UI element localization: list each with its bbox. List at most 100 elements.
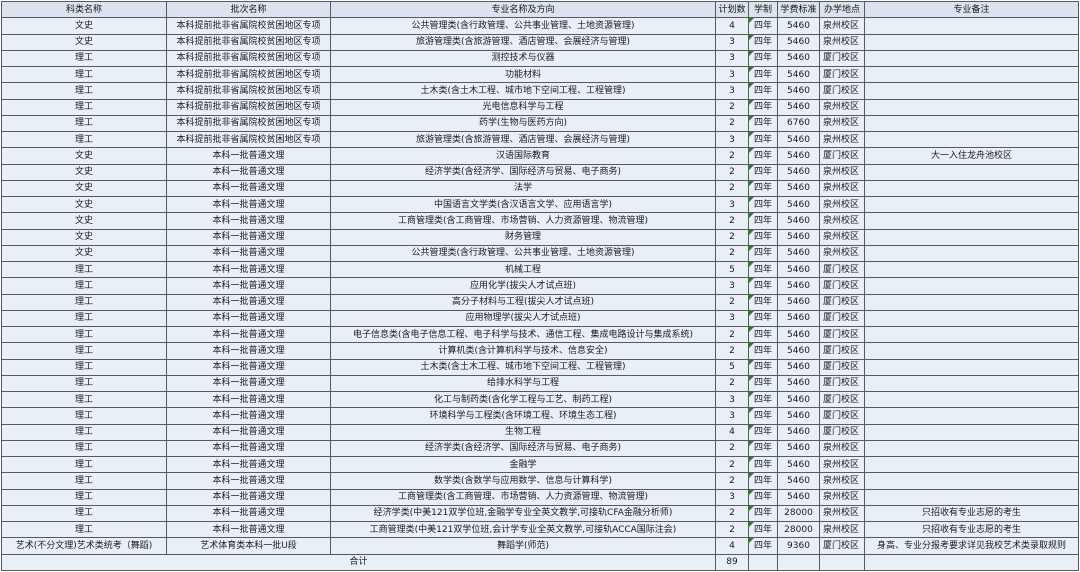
cell-duration: 四年 (748, 537, 778, 555)
cell-duration: 四年 (748, 82, 778, 100)
cell-plan-count: 3 (715, 277, 749, 295)
cell-batch: 本科一批普通文理 (166, 423, 331, 441)
cell-major: 化工与制药类(含化学工程与工艺、制药工程) (330, 390, 716, 409)
cell-tuition: 5460 (777, 179, 820, 198)
header-campus: 办学地点 (819, 0, 865, 19)
header-duration: 学制 (748, 0, 778, 19)
cell-batch: 本科一批普通文理 (166, 504, 331, 523)
cell-campus: 泉州校区 (819, 228, 865, 246)
cell-plan-count: 3 (715, 195, 749, 214)
table-row: 理工 本科一批普通文理 生物工程 4 四年 5460 厦门校区 (1, 423, 1079, 441)
cell-remarks (864, 342, 1079, 360)
cell-duration: 四年 (748, 65, 778, 84)
cell-major: 经济学类(含经济学、国际经济与贸易、电子商务) (330, 163, 716, 181)
cell-campus: 泉州校区 (819, 98, 865, 116)
cell-remarks (864, 358, 1079, 376)
cell-batch: 本科一批普通文理 (166, 520, 331, 539)
cell-category: 理工 (1, 260, 167, 279)
cell-remarks (864, 277, 1079, 295)
table-row: 理工 本科一批普通文理 电子信息类(含电子信息工程、电子科学与技术、通信工程、集成电… (1, 325, 1079, 344)
cell-plan-count: 2 (715, 98, 749, 116)
cell-duration: 四年 (748, 309, 778, 328)
cell-duration: 四年 (748, 504, 778, 523)
cell-duration: 四年 (748, 390, 778, 409)
cell-major: 电子信息类(含电子信息工程、电子科学与技术、通信工程、集成电路设计与集成系统) (330, 325, 716, 344)
cell-plan-count: 3 (715, 130, 749, 149)
cell-tuition: 5460 (777, 98, 820, 116)
table-row: 理工 本科一批普通文理 土木类(含土木工程、城市地下空间工程、工程管理) 5 四年 546… (1, 358, 1079, 376)
cell-campus: 泉州校区 (819, 455, 865, 474)
cell-duration: 四年 (748, 358, 778, 376)
cell-category: 文史 (1, 179, 167, 198)
cell-category: 理工 (1, 472, 167, 490)
cell-major: 公共管理类(含行政管理、公共事业管理、土地资源管理) (330, 17, 716, 35)
cell-campus: 厦门校区 (819, 277, 865, 295)
cell-tuition: 5460 (777, 82, 820, 100)
cell-category: 理工 (1, 114, 167, 133)
cell-duration: 四年 (748, 520, 778, 539)
cell-batch: 本科一批普通文理 (166, 390, 331, 409)
cell-batch: 本科一批普通文理 (166, 488, 331, 506)
cell-remarks (864, 82, 1079, 100)
cell-campus: 泉州校区 (819, 33, 865, 51)
table-row: 理工 本科一批普通文理 工商管理类(含工商管理、市场营销、人力资源管理、物流管理) 3… (1, 488, 1079, 506)
cell-tuition: 5460 (777, 309, 820, 328)
table-row: 文史 本科一批普通文理 中国语言文学类(含汉语言文学、应用语言学) 3 四年 5460 泉州… (1, 195, 1079, 214)
cell-batch: 本科一批普通文理 (166, 179, 331, 198)
table-row: 文史 本科一批普通文理 经济学类(含经济学、国际经济与贸易、电子商务) 2 四年 5460… (1, 163, 1079, 181)
cell-batch: 本科一批普通文理 (166, 374, 331, 393)
cell-major: 金融学 (330, 455, 716, 474)
cell-tuition: 5460 (777, 342, 820, 360)
cell-category: 艺术(不分文理)艺术类统考（舞蹈) (1, 537, 167, 555)
cell-batch: 本科提前批非省属院校贫困地区专项 (166, 82, 331, 100)
table-row: 理工 本科一批普通文理 环境科学与工程类(含环境工程、环境生态工程) 3 四年 5460 厦… (1, 407, 1079, 425)
cell-campus: 厦门校区 (819, 260, 865, 279)
cell-campus: 泉州校区 (819, 195, 865, 214)
cell-category: 文史 (1, 17, 167, 35)
cell-batch: 本科提前批非省属院校贫困地区专项 (166, 130, 331, 149)
cell-campus: 厦门校区 (819, 358, 865, 376)
total-row: 合计 89 (1, 553, 1079, 571)
cell-remarks (864, 114, 1079, 133)
cell-tuition: 5460 (777, 488, 820, 506)
cell-duration: 四年 (748, 423, 778, 441)
cell-campus: 厦门校区 (819, 82, 865, 100)
cell-category: 理工 (1, 423, 167, 441)
cell-tuition: 5460 (777, 472, 820, 490)
cell-plan-count: 5 (715, 358, 749, 376)
cell-category: 文史 (1, 228, 167, 246)
cell-batch: 本科一批普通文理 (166, 342, 331, 360)
table-row: 理工 本科一批普通文理 给排水科学与工程 2 四年 5460 厦门校区 (1, 374, 1079, 393)
cell-category: 文史 (1, 244, 167, 263)
cell-campus: 厦门校区 (819, 325, 865, 344)
cell-tuition: 5460 (777, 65, 820, 84)
cell-major: 工商管理类(含工商管理、市场营销、人力资源管理、物流管理) (330, 488, 716, 506)
cell-remarks: 只招收有专业志愿的考生 (864, 520, 1079, 539)
cell-duration: 四年 (748, 407, 778, 425)
cell-tuition: 5460 (777, 260, 820, 279)
table-row: 理工 本科提前批非省属院校贫困地区专项 旅游管理类(含旅游管理、酒店管理、会展经济与… (1, 130, 1079, 149)
cell-remarks (864, 439, 1079, 458)
cell-plan-count: 2 (715, 244, 749, 263)
cell-major: 应用物理学(拔尖人才试点班) (330, 309, 716, 328)
cell-remarks (864, 488, 1079, 506)
cell-batch: 本科提前批非省属院校贫困地区专项 (166, 98, 331, 116)
cell-duration: 四年 (748, 17, 778, 35)
cell-major: 公共管理类(含行政管理、公共事业管理、土地资源管理) (330, 244, 716, 263)
cell-tuition: 28000 (777, 520, 820, 539)
table-row: 文史 本科一批普通文理 法学 2 四年 5460 泉州校区 (1, 179, 1079, 198)
cell-major: 功能材料 (330, 65, 716, 84)
cell-batch: 本科一批普通文理 (166, 147, 331, 165)
table-row: 艺术(不分文理)艺术类统考（舞蹈) 艺术体育类本科一批U段 舞蹈学(师范) 4 四年 93… (1, 537, 1079, 555)
cell-tuition: 5460 (777, 228, 820, 246)
cell-tuition: 5460 (777, 374, 820, 393)
cell-category: 文史 (1, 33, 167, 51)
cell-category: 理工 (1, 98, 167, 116)
cell-remarks: 只招收有专业志愿的考生 (864, 504, 1079, 523)
total-empty-cell (864, 553, 1079, 571)
table-row: 理工 本科一批普通文理 高分子材料与工程(拔尖人才试点班) 2 四年 5460 厦门校区 (1, 293, 1079, 311)
cell-batch: 本科一批普通文理 (166, 277, 331, 295)
cell-major: 旅游管理类(含旅游管理、酒店管理、会展经济与管理) (330, 33, 716, 51)
cell-category: 理工 (1, 504, 167, 523)
table-row: 文史 本科提前批非省属院校贫困地区专项 旅游管理类(含旅游管理、酒店管理、会展经济与… (1, 33, 1079, 51)
